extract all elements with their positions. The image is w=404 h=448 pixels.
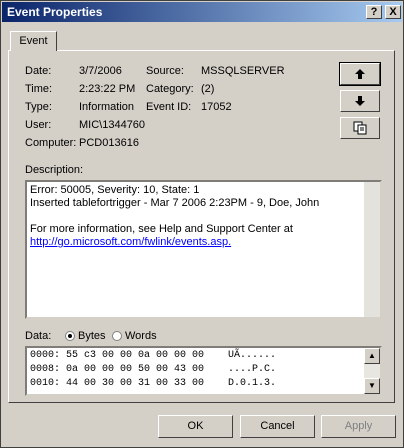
close-button[interactable]: X: [385, 5, 401, 19]
description-scrollbar[interactable]: [364, 182, 380, 317]
help-link[interactable]: http://go.microsoft.com/fwlink/events.as…: [30, 236, 319, 249]
time-value: 2:23:22 PM: [79, 83, 136, 95]
user-label: User:: [25, 119, 52, 131]
type-value: Information: [79, 101, 135, 113]
help-button[interactable]: ?: [366, 5, 382, 19]
copy-icon: [353, 121, 367, 135]
description-line-2: Inserted tablefortrigger - Mar 7 2006 2:…: [30, 197, 320, 209]
data-row: 0010: 44 00 30 00 31 00 33 00 D.0.1.3.: [30, 378, 277, 389]
event-panel: Date: 3/7/2006 Time: 2:23:22 PM Type: In…: [8, 50, 395, 403]
scroll-up-button[interactable]: ▲: [364, 348, 380, 364]
arrow-up-icon: [355, 69, 365, 79]
data-label: Data:: [25, 330, 52, 342]
apply-button[interactable]: Apply: [321, 415, 396, 438]
data-row: 0000: 55 c3 00 00 0a 00 00 00 UÃ......: [30, 350, 277, 361]
data-row: 0008: 0a 00 00 00 50 00 43 00 ....P.C.: [30, 364, 277, 375]
tab-event[interactable]: Event: [10, 31, 57, 51]
user-value: MIC\1344760: [79, 119, 146, 131]
previous-event-button[interactable]: [339, 62, 381, 86]
category-label: Category:: [146, 83, 194, 95]
scroll-down-button[interactable]: ▼: [364, 378, 380, 394]
date-label: Date:: [25, 65, 52, 77]
cancel-button[interactable]: Cancel: [240, 415, 315, 438]
next-event-button[interactable]: [340, 90, 380, 112]
description-label: Description:: [25, 164, 84, 176]
event-id-label: Event ID:: [146, 101, 192, 113]
bytes-radio[interactable]: [65, 331, 75, 341]
ok-button[interactable]: OK: [158, 415, 233, 438]
words-label: Words: [125, 330, 157, 342]
source-label: Source:: [146, 65, 184, 77]
date-value: 3/7/2006: [79, 65, 122, 77]
event-properties-dialog: Event Properties ? X Event Date: 3/7/200…: [0, 0, 404, 448]
data-scrollbar[interactable]: ▲ ▼: [364, 348, 380, 394]
event-id-value: 17052: [201, 101, 232, 113]
description-line-1: Error: 50005, Severity: 10, State: 1: [30, 184, 200, 196]
data-textbox[interactable]: 0000: 55 c3 00 00 0a 00 00 00 UÃ...... 0…: [25, 346, 382, 396]
computer-value: PCD013616: [79, 137, 139, 149]
window-title: Event Properties: [7, 5, 103, 19]
source-value: MSSQLSERVER: [201, 65, 285, 77]
description-textbox[interactable]: Error: 50005, Severity: 10, State: 1 Ins…: [25, 180, 382, 319]
type-label: Type:: [25, 101, 52, 113]
title-bar[interactable]: Event Properties ? X: [2, 2, 402, 22]
description-line-3: For more information, see Help and Suppo…: [30, 223, 293, 235]
bytes-label: Bytes: [78, 330, 106, 342]
arrow-down-icon: [355, 96, 365, 106]
time-label: Time:: [25, 83, 53, 95]
category-value: (2): [201, 83, 215, 95]
words-radio[interactable]: [112, 331, 122, 341]
computer-label: Computer:: [25, 137, 77, 149]
copy-button[interactable]: [340, 117, 380, 139]
